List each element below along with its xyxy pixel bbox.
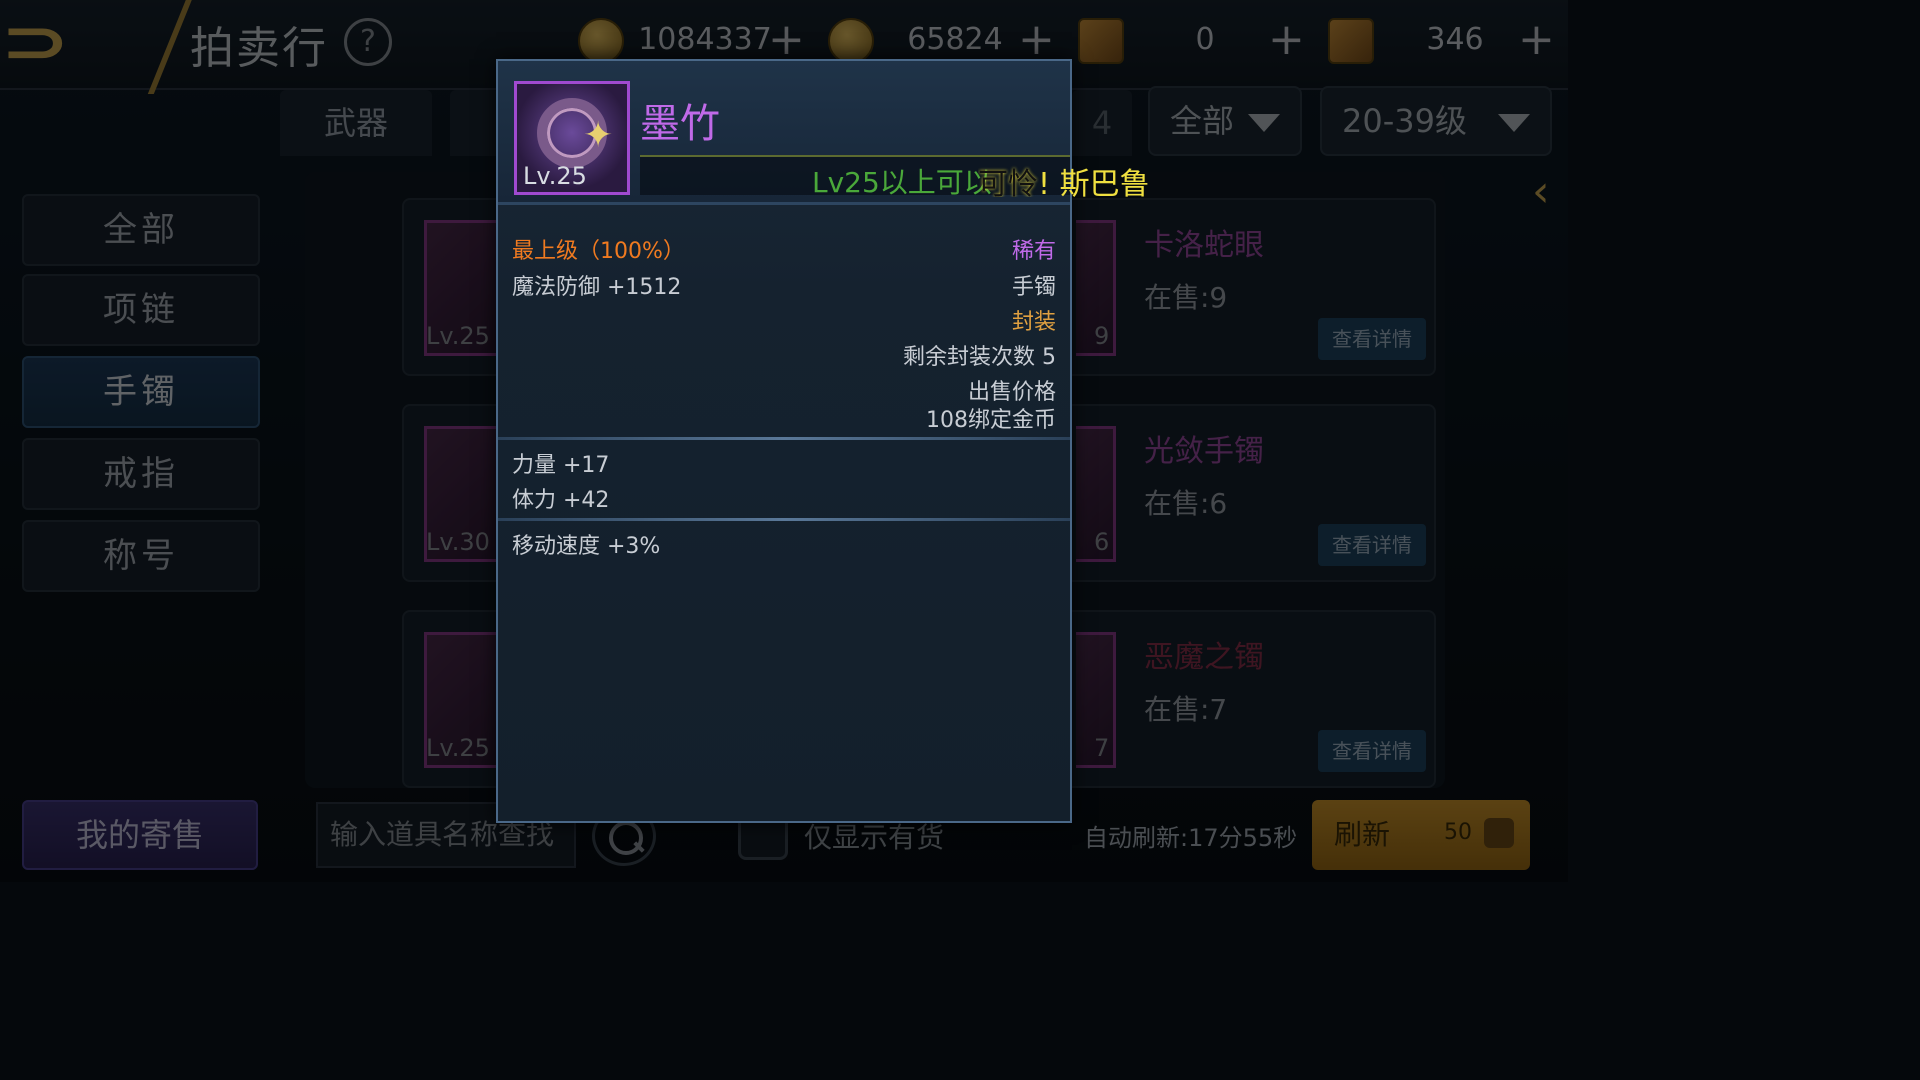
seal-remaining: 剩余封装次数 5 [903,345,1056,370]
bound-gold-coin-icon [828,18,874,64]
currency-value: 0 [1195,22,1215,57]
view-details-button[interactable]: 查看详情 [1318,730,1426,772]
extra-stat: 移动速度 +3% [512,534,661,559]
triangle-down-icon [1248,114,1280,132]
locked-scroll-icon [1484,818,1514,848]
item-grade: 最上级（100%） [512,239,685,264]
item-stock: 在售:7 [1144,693,1228,726]
item-count: 9 [1094,322,1110,350]
item-count: 7 [1094,734,1110,762]
tab-partial[interactable]: 4 [1072,90,1132,156]
tab-armor[interactable] [450,90,500,156]
tab-weapon[interactable]: 武器 [280,90,432,156]
sidebar-item-all[interactable]: 全部 [22,194,260,266]
add-locked-scroll-button[interactable]: + [1518,16,1555,64]
level-dropdown[interactable]: 20-39级 [1320,86,1552,156]
currency-value: 1084337 [638,22,772,57]
sidebar-item-ring[interactable]: 戒指 [22,438,260,510]
add-gold-button[interactable]: + [768,16,805,64]
back-arrow-icon[interactable]: ⊃ [0,10,140,74]
category-dropdown-value: 全部 [1170,102,1235,140]
item-name: 卡洛蛇眼 [1144,228,1264,263]
locked-scroll-icon [1328,18,1374,64]
divider [498,518,1070,521]
item-rarity: 稀有 [1011,239,1056,264]
stat-line: 体力 +42 [512,488,610,513]
item-detail-popup: ✦ Lv.25 墨竹 Lv25以上可以 可怜! 斯巴鲁 最上级（100%） 稀有… [496,59,1148,823]
item-stock: 在售:6 [1144,487,1228,520]
item-count: 6 [1094,528,1110,556]
chat-ticker: 可怜! 斯巴鲁 [978,155,1148,197]
item-icon-level: Lv.25 [523,162,587,190]
currency-value: 346 [1426,22,1484,57]
star-icon: ✦ [583,115,614,156]
level-requirement: Lv25以上可以 [812,166,992,199]
chevron-left-icon[interactable]: ‹ [1532,170,1572,214]
currency-value: 65824 [907,22,1003,57]
add-scroll-button[interactable]: + [1268,16,1305,64]
my-consignment-button[interactable]: 我的寄售 [22,800,258,870]
item-slot: 手镯 [1011,275,1056,300]
ring-item-icon: ✦ Lv.25 [514,81,630,195]
chat-ticker-text: 可怜! 斯巴鲁 [978,167,1148,197]
stat-line: 力量 +17 [512,453,610,478]
category-dropdown[interactable]: 全部 [1148,86,1302,156]
item-name: 恶魔之镯 [1144,640,1264,675]
divider [498,437,1070,440]
item-level: Lv.25 [426,734,490,762]
view-details-button[interactable]: 查看详情 [1318,524,1426,566]
scroll-icon [1078,18,1124,64]
triangle-down-icon [1498,114,1530,132]
popup-header: ✦ Lv.25 墨竹 Lv25以上可以 可怜! 斯巴鲁 [498,61,1148,205]
auto-refresh-timer: 自动刷新:17分55秒 [1084,824,1298,852]
sidebar-item-necklace[interactable]: 项链 [22,274,260,346]
help-icon[interactable]: ? [344,18,392,66]
view-details-button[interactable]: 查看详情 [1318,318,1426,360]
refresh-cost: 50 [1444,820,1472,845]
sealed-status: 封装 [1011,310,1056,335]
base-stat: 魔法防御 +1512 [512,275,682,300]
item-name: 墨竹 [640,101,720,147]
page-title: 拍卖行 [190,23,328,74]
add-bound-gold-button[interactable]: + [1018,16,1055,64]
item-level: Lv.30 [426,528,490,556]
item-level: Lv.25 [426,322,490,350]
item-stock: 在售:9 [1144,281,1228,314]
sidebar-item-title[interactable]: 称号 [22,520,260,592]
sidebar-item-bracelet[interactable]: 手镯 [22,356,260,428]
sell-price: 108绑定金币 [926,408,1056,433]
level-dropdown-value: 20-39级 [1342,102,1467,140]
gold-coin-icon [578,18,624,64]
item-name: 光敛手镯 [1144,434,1264,469]
